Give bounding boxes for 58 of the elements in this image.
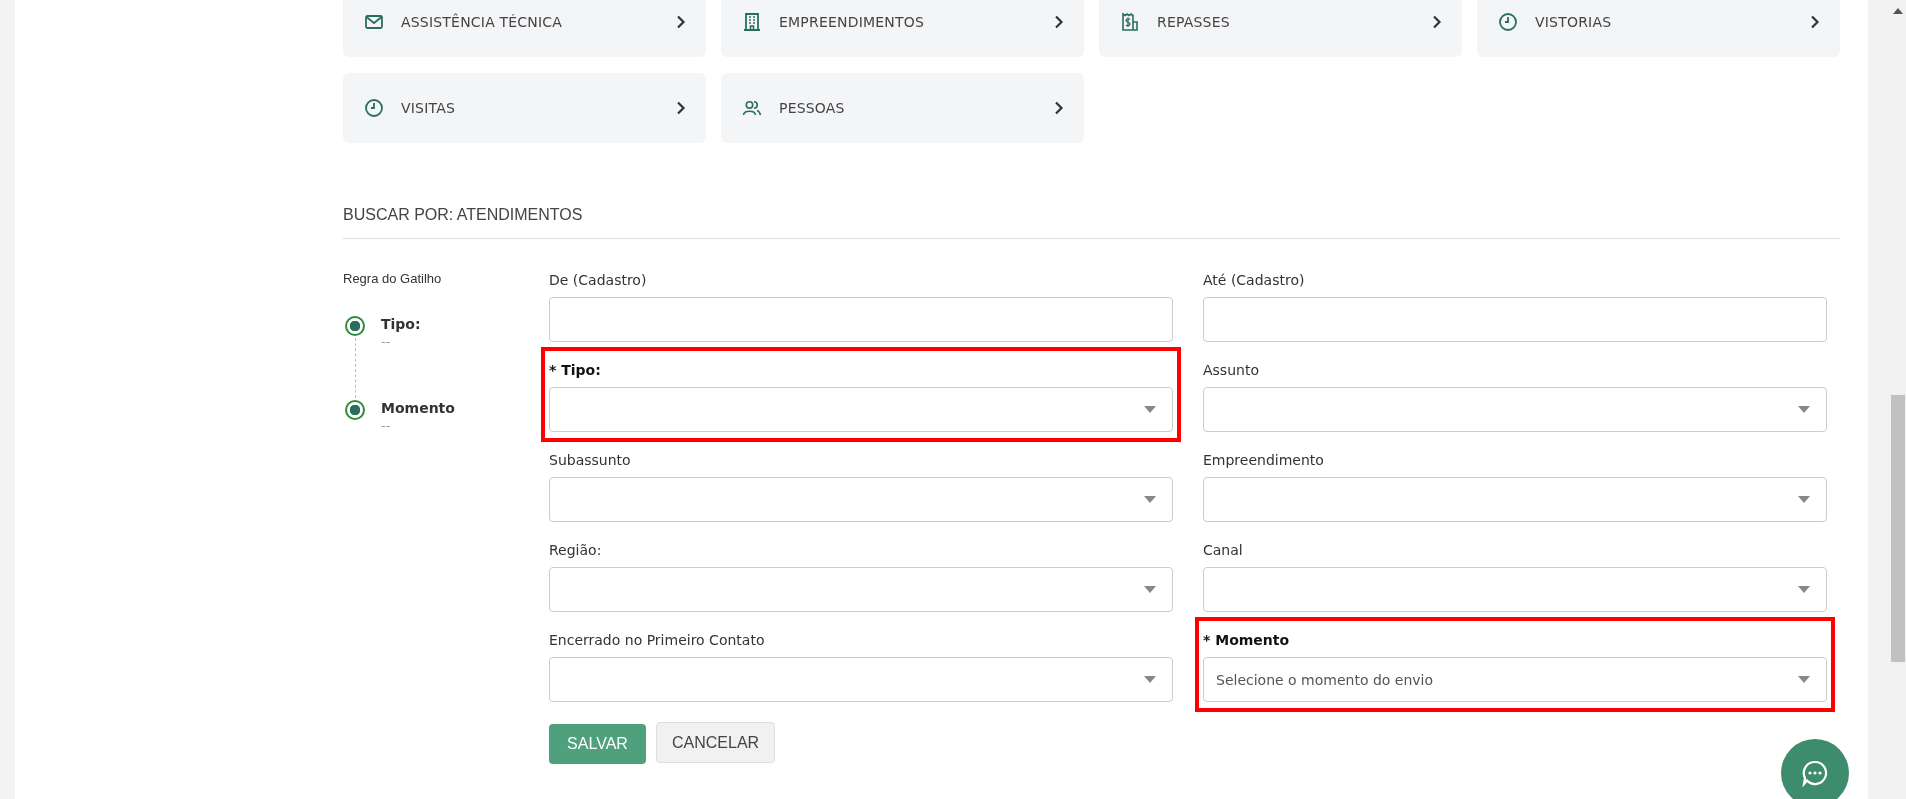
- field-label: De (Cadastro): [549, 271, 648, 289]
- building-icon: [742, 12, 762, 32]
- caret-icon: [1144, 496, 1156, 503]
- select-field[interactable]: [549, 567, 1173, 612]
- field-label: * Momento: [1203, 631, 1291, 649]
- chevron-right-icon: [1054, 15, 1064, 29]
- field-label: Assunto: [1203, 361, 1260, 379]
- chevron-right-icon: [1810, 15, 1820, 29]
- caret-icon: [1798, 406, 1810, 413]
- nav-card[interactable]: VISITAS: [343, 73, 706, 143]
- scroll-up-icon[interactable]: [1893, 8, 1903, 14]
- nav-card[interactable]: PESSOAS: [721, 73, 1084, 143]
- nav-card[interactable]: REPASSES: [1099, 0, 1462, 57]
- step-value: --: [381, 418, 392, 433]
- receipt-dollar-icon: [1120, 12, 1140, 32]
- field-label: Empreendimento: [1203, 451, 1325, 469]
- scrollbar-thumb[interactable]: [1891, 395, 1905, 662]
- people-icon: [742, 98, 762, 118]
- select-field[interactable]: [1203, 387, 1827, 432]
- chevron-right-icon: [1054, 101, 1064, 115]
- select-field[interactable]: Selecione o momento do envio: [1203, 657, 1827, 702]
- input-field[interactable]: [549, 297, 1173, 342]
- select-field[interactable]: [1203, 567, 1827, 612]
- field-label: Até (Cadastro): [1203, 271, 1306, 289]
- field-label: Canal: [1203, 541, 1244, 559]
- caret-icon: [1798, 496, 1810, 503]
- envelope-icon: [364, 12, 384, 32]
- chevron-right-icon: [676, 15, 686, 29]
- step-label: Tipo:: [381, 316, 421, 332]
- cancel-button[interactable]: CANCELAR: [656, 722, 776, 763]
- field-label: Encerrado no Primeiro Contato: [549, 631, 766, 649]
- clock-icon: [1498, 12, 1518, 32]
- chat-bubble-icon: [1801, 759, 1829, 787]
- caret-icon: [1144, 676, 1156, 683]
- field-label: Subassunto: [549, 451, 632, 469]
- caret-icon: [1144, 406, 1156, 413]
- input-field[interactable]: [1203, 297, 1827, 342]
- step-value: --: [381, 334, 392, 349]
- chat-button[interactable]: [1781, 739, 1849, 799]
- nav-card[interactable]: EMPREENDIMENTOS: [721, 0, 1084, 57]
- select-field[interactable]: [549, 387, 1173, 432]
- select-field[interactable]: [549, 657, 1173, 702]
- section-title: BUSCAR POR: ATENDIMENTOS: [343, 206, 584, 224]
- stepper-title: Regra do Gatilho: [343, 271, 443, 286]
- scrollbar[interactable]: [1890, 0, 1906, 799]
- nav-card[interactable]: VISTORIAS: [1477, 0, 1840, 57]
- step-label: Momento: [381, 400, 455, 416]
- chevron-right-icon: [1432, 15, 1442, 29]
- caret-icon: [1144, 586, 1156, 593]
- select-field[interactable]: [1203, 477, 1827, 522]
- caret-icon: [1798, 676, 1810, 683]
- nav-card[interactable]: ASSISTÊNCIA TÉCNICA: [343, 0, 706, 57]
- chevron-right-icon: [676, 101, 686, 115]
- select-field[interactable]: [549, 477, 1173, 522]
- field-label: * Tipo:: [549, 361, 602, 379]
- caret-icon: [1798, 586, 1810, 593]
- clock-icon: [364, 98, 384, 118]
- field-label: Região:: [549, 541, 603, 559]
